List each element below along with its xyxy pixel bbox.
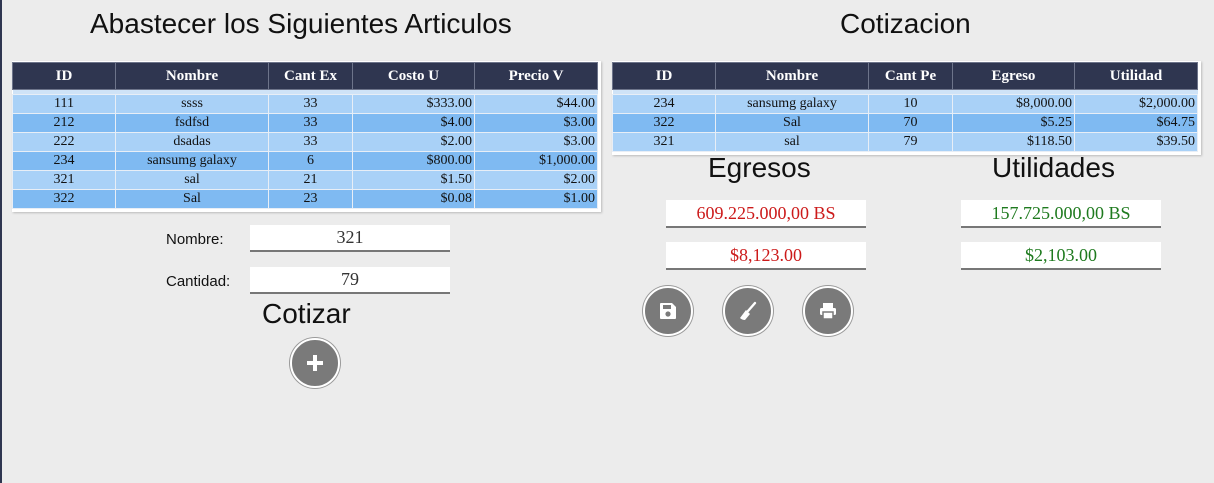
save-icon	[660, 303, 676, 319]
table-row[interactable]: 234 sansumg galaxy 6 $800.00 $1,000.00	[12, 151, 598, 171]
cell-id: 322	[612, 113, 716, 133]
cell-nombre: sal	[715, 132, 869, 152]
quote-table-header: ID Nombre Cant Pe Egreso Utilidad	[612, 62, 1198, 90]
cell-id: 234	[12, 151, 116, 171]
cell-id: 234	[612, 94, 716, 114]
cell-egreso: $118.50	[952, 132, 1075, 152]
utilidades-title: Utilidades	[992, 152, 1115, 183]
cell-cant: 10	[868, 94, 953, 114]
cell-nombre: sansumg galaxy	[715, 94, 869, 114]
cell-precio: $3.00	[474, 132, 598, 152]
cell-nombre: sal	[115, 170, 269, 190]
table-row[interactable]: 234 sansumg galaxy 10 $8,000.00 $2,000.0…	[612, 94, 1198, 114]
col-egreso[interactable]: Egreso	[952, 62, 1075, 90]
table-row[interactable]: 111 ssss 33 $333.00 $44.00	[12, 94, 598, 114]
cell-precio: $1,000.00	[474, 151, 598, 171]
cantidad-input[interactable]: 79	[250, 267, 450, 294]
clear-button[interactable]	[723, 286, 773, 336]
cell-id: 322	[12, 189, 116, 209]
cell-costo: $2.00	[352, 132, 475, 152]
cantidad-label: Cantidad:	[166, 273, 231, 290]
plus-icon	[307, 355, 323, 371]
cell-id: 222	[12, 132, 116, 152]
quote-title: Cotizacion	[840, 8, 971, 39]
cell-utilidad: $2,000.00	[1074, 94, 1198, 114]
col-id[interactable]: ID	[12, 62, 116, 90]
cell-cant: 33	[268, 94, 353, 114]
table-row[interactable]: 321 sal 79 $118.50 $39.50	[612, 132, 1198, 152]
cell-precio: $2.00	[474, 170, 598, 190]
supply-table: ID Nombre Cant Ex Costo U Precio V 111 s…	[12, 62, 598, 209]
cell-cant: 79	[868, 132, 953, 152]
col-precio-v[interactable]: Precio V	[474, 62, 598, 90]
cell-costo: $1.50	[352, 170, 475, 190]
cell-nombre: ssss	[115, 94, 269, 114]
col-cant-pe[interactable]: Cant Pe	[868, 62, 953, 90]
cell-costo: $4.00	[352, 113, 475, 133]
cell-nombre: Sal	[715, 113, 869, 133]
egresos-title: Egresos	[708, 152, 811, 183]
col-nombre[interactable]: Nombre	[715, 62, 869, 90]
utilidades-usd-value: $2,103.00	[961, 242, 1161, 270]
col-costo-u[interactable]: Costo U	[352, 62, 475, 90]
print-icon	[820, 303, 836, 320]
cell-utilidad: $39.50	[1074, 132, 1198, 152]
cell-nombre: Sal	[115, 189, 269, 209]
nombre-label: Nombre:	[166, 231, 224, 248]
cell-cant: 6	[268, 151, 353, 171]
table-row[interactable]: 322 Sal 70 $5.25 $64.75	[612, 113, 1198, 133]
cell-cant: 33	[268, 132, 353, 152]
table-row[interactable]: 222 dsadas 33 $2.00 $3.00	[12, 132, 598, 152]
cell-precio: $44.00	[474, 94, 598, 114]
cell-id: 321	[612, 132, 716, 152]
cell-precio: $1.00	[474, 189, 598, 209]
cell-id: 212	[12, 113, 116, 133]
col-id[interactable]: ID	[612, 62, 716, 90]
cell-egreso: $8,000.00	[952, 94, 1075, 114]
table-row[interactable]: 321 sal 21 $1.50 $2.00	[12, 170, 598, 190]
cell-id: 321	[12, 170, 116, 190]
cotizar-label: Cotizar	[262, 298, 351, 329]
quote-table-container: ID Nombre Cant Pe Egreso Utilidad 234 sa…	[612, 61, 1201, 155]
cell-cant: 33	[268, 113, 353, 133]
print-button[interactable]	[803, 286, 853, 336]
cell-nombre: fsdfsd	[115, 113, 269, 133]
cell-costo: $0.08	[352, 189, 475, 209]
supply-table-container: ID Nombre Cant Ex Costo U Precio V 111 s…	[12, 61, 601, 212]
cell-costo: $333.00	[352, 94, 475, 114]
nombre-input[interactable]: 321	[250, 225, 450, 252]
cell-cant: 70	[868, 113, 953, 133]
broom-icon	[740, 301, 757, 320]
cell-nombre: sansumg galaxy	[115, 151, 269, 171]
egresos-bs-value: 609.225.000,00 BS	[666, 200, 866, 228]
cell-utilidad: $64.75	[1074, 113, 1198, 133]
supply-table-header: ID Nombre Cant Ex Costo U Precio V	[12, 62, 598, 90]
utilidades-bs-value: 157.725.000,00 BS	[961, 200, 1161, 228]
col-cant-ex[interactable]: Cant Ex	[268, 62, 353, 90]
cell-egreso: $5.25	[952, 113, 1075, 133]
cell-cant: 23	[268, 189, 353, 209]
cell-nombre: dsadas	[115, 132, 269, 152]
cell-cant: 21	[268, 170, 353, 190]
table-row[interactable]: 212 fsdfsd 33 $4.00 $3.00	[12, 113, 598, 133]
table-row[interactable]: 322 Sal 23 $0.08 $1.00	[12, 189, 598, 209]
cell-precio: $3.00	[474, 113, 598, 133]
save-button[interactable]	[643, 286, 693, 336]
col-utilidad[interactable]: Utilidad	[1074, 62, 1198, 90]
egresos-usd-value: $8,123.00	[666, 242, 866, 270]
cell-costo: $800.00	[352, 151, 475, 171]
add-button[interactable]	[290, 338, 340, 388]
cell-id: 111	[12, 94, 116, 114]
col-nombre[interactable]: Nombre	[115, 62, 269, 90]
supply-title: Abastecer los Siguientes Articulos	[90, 8, 512, 39]
quote-table: ID Nombre Cant Pe Egreso Utilidad 234 sa…	[612, 62, 1198, 152]
